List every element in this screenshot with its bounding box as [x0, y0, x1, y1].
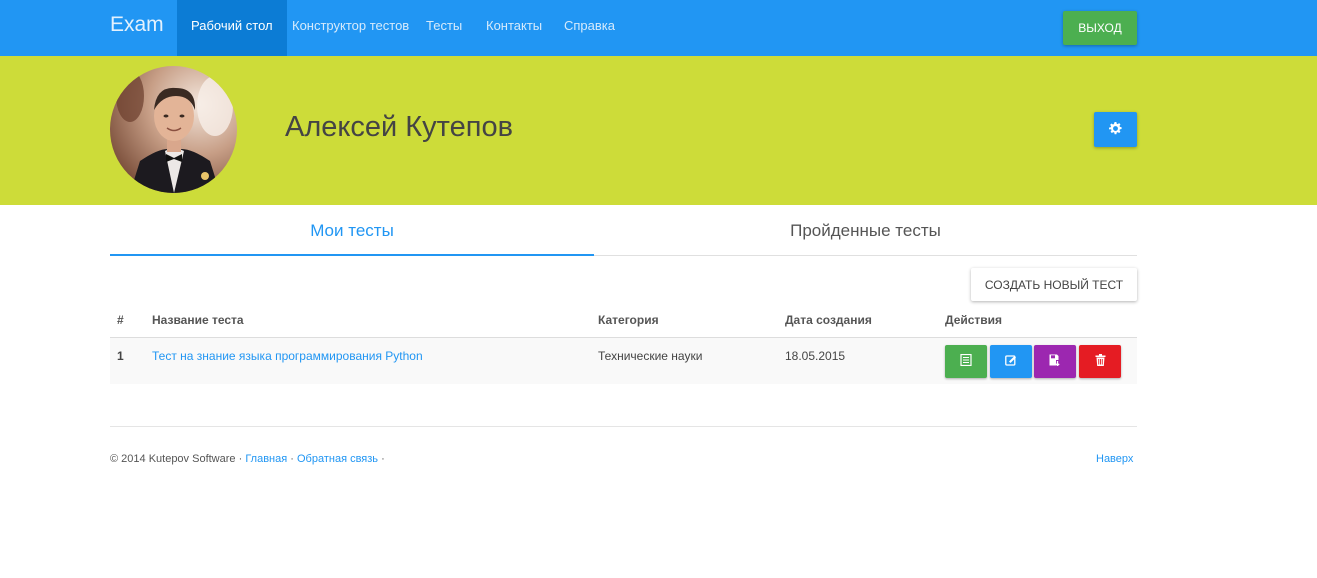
test-title-link[interactable]: Тест на знание языка программирования Py… — [152, 349, 423, 363]
column-header-actions: Действия — [945, 313, 1003, 327]
export-test-button[interactable] — [1034, 345, 1076, 378]
nav-item-test-builder[interactable]: Конструктор тестов — [278, 0, 423, 56]
copyright-text: © 2014 Kutepov Software · — [110, 453, 243, 465]
footer-separator: · — [290, 453, 294, 465]
tabs: Мои тесты Пройденные тесты — [110, 205, 1137, 256]
footer: © 2014 Kutepov Software · Главная · Обра… — [110, 453, 385, 465]
nav-item-contacts[interactable]: Контакты — [472, 0, 556, 56]
avatar — [110, 66, 237, 193]
delete-test-button[interactable] — [1079, 345, 1121, 378]
test-category: Технические науки — [598, 349, 703, 363]
footer-separator: · — [381, 453, 385, 465]
column-header-number: # — [117, 313, 124, 327]
column-header-category: Категория — [598, 313, 659, 327]
save-icon — [1049, 354, 1061, 369]
logout-button[interactable]: ВЫХОД — [1063, 11, 1137, 45]
column-header-title: Название теста — [152, 313, 244, 327]
footer-link-home[interactable]: Главная — [245, 453, 287, 465]
row-number: 1 — [117, 349, 124, 363]
back-to-top-link[interactable]: Наверх — [1096, 453, 1133, 465]
nav-item-help[interactable]: Справка — [550, 0, 629, 56]
footer-divider — [110, 426, 1137, 427]
gear-icon — [1109, 121, 1122, 138]
user-name: Алексей Кутепов — [285, 111, 514, 143]
create-test-button[interactable]: СОЗДАТЬ НОВЫЙ ТЕСТ — [971, 268, 1137, 301]
tab-passed-tests[interactable]: Пройденные тесты — [594, 205, 1137, 256]
list-icon — [960, 353, 972, 369]
view-results-button[interactable] — [945, 345, 987, 378]
nav-item-tests[interactable]: Тесты — [412, 0, 476, 56]
settings-button[interactable] — [1094, 112, 1137, 147]
navbar: Exam Рабочий стол Конструктор тестов Тес… — [0, 0, 1317, 56]
trash-icon — [1095, 354, 1106, 369]
nav-item-desktop[interactable]: Рабочий стол — [177, 0, 287, 56]
brand-logo[interactable]: Exam — [110, 13, 164, 37]
tab-my-tests[interactable]: Мои тесты — [110, 205, 594, 256]
footer-link-feedback[interactable]: Обратная связь — [297, 453, 378, 465]
column-header-date: Дата создания — [785, 313, 872, 327]
table-row: 1 Тест на знание языка программирования … — [110, 338, 1137, 384]
test-date: 18.05.2015 — [785, 349, 846, 363]
edit-test-button[interactable] — [990, 345, 1032, 378]
edit-icon — [1005, 354, 1017, 369]
profile-banner: Алексей Кутепов — [0, 56, 1317, 205]
